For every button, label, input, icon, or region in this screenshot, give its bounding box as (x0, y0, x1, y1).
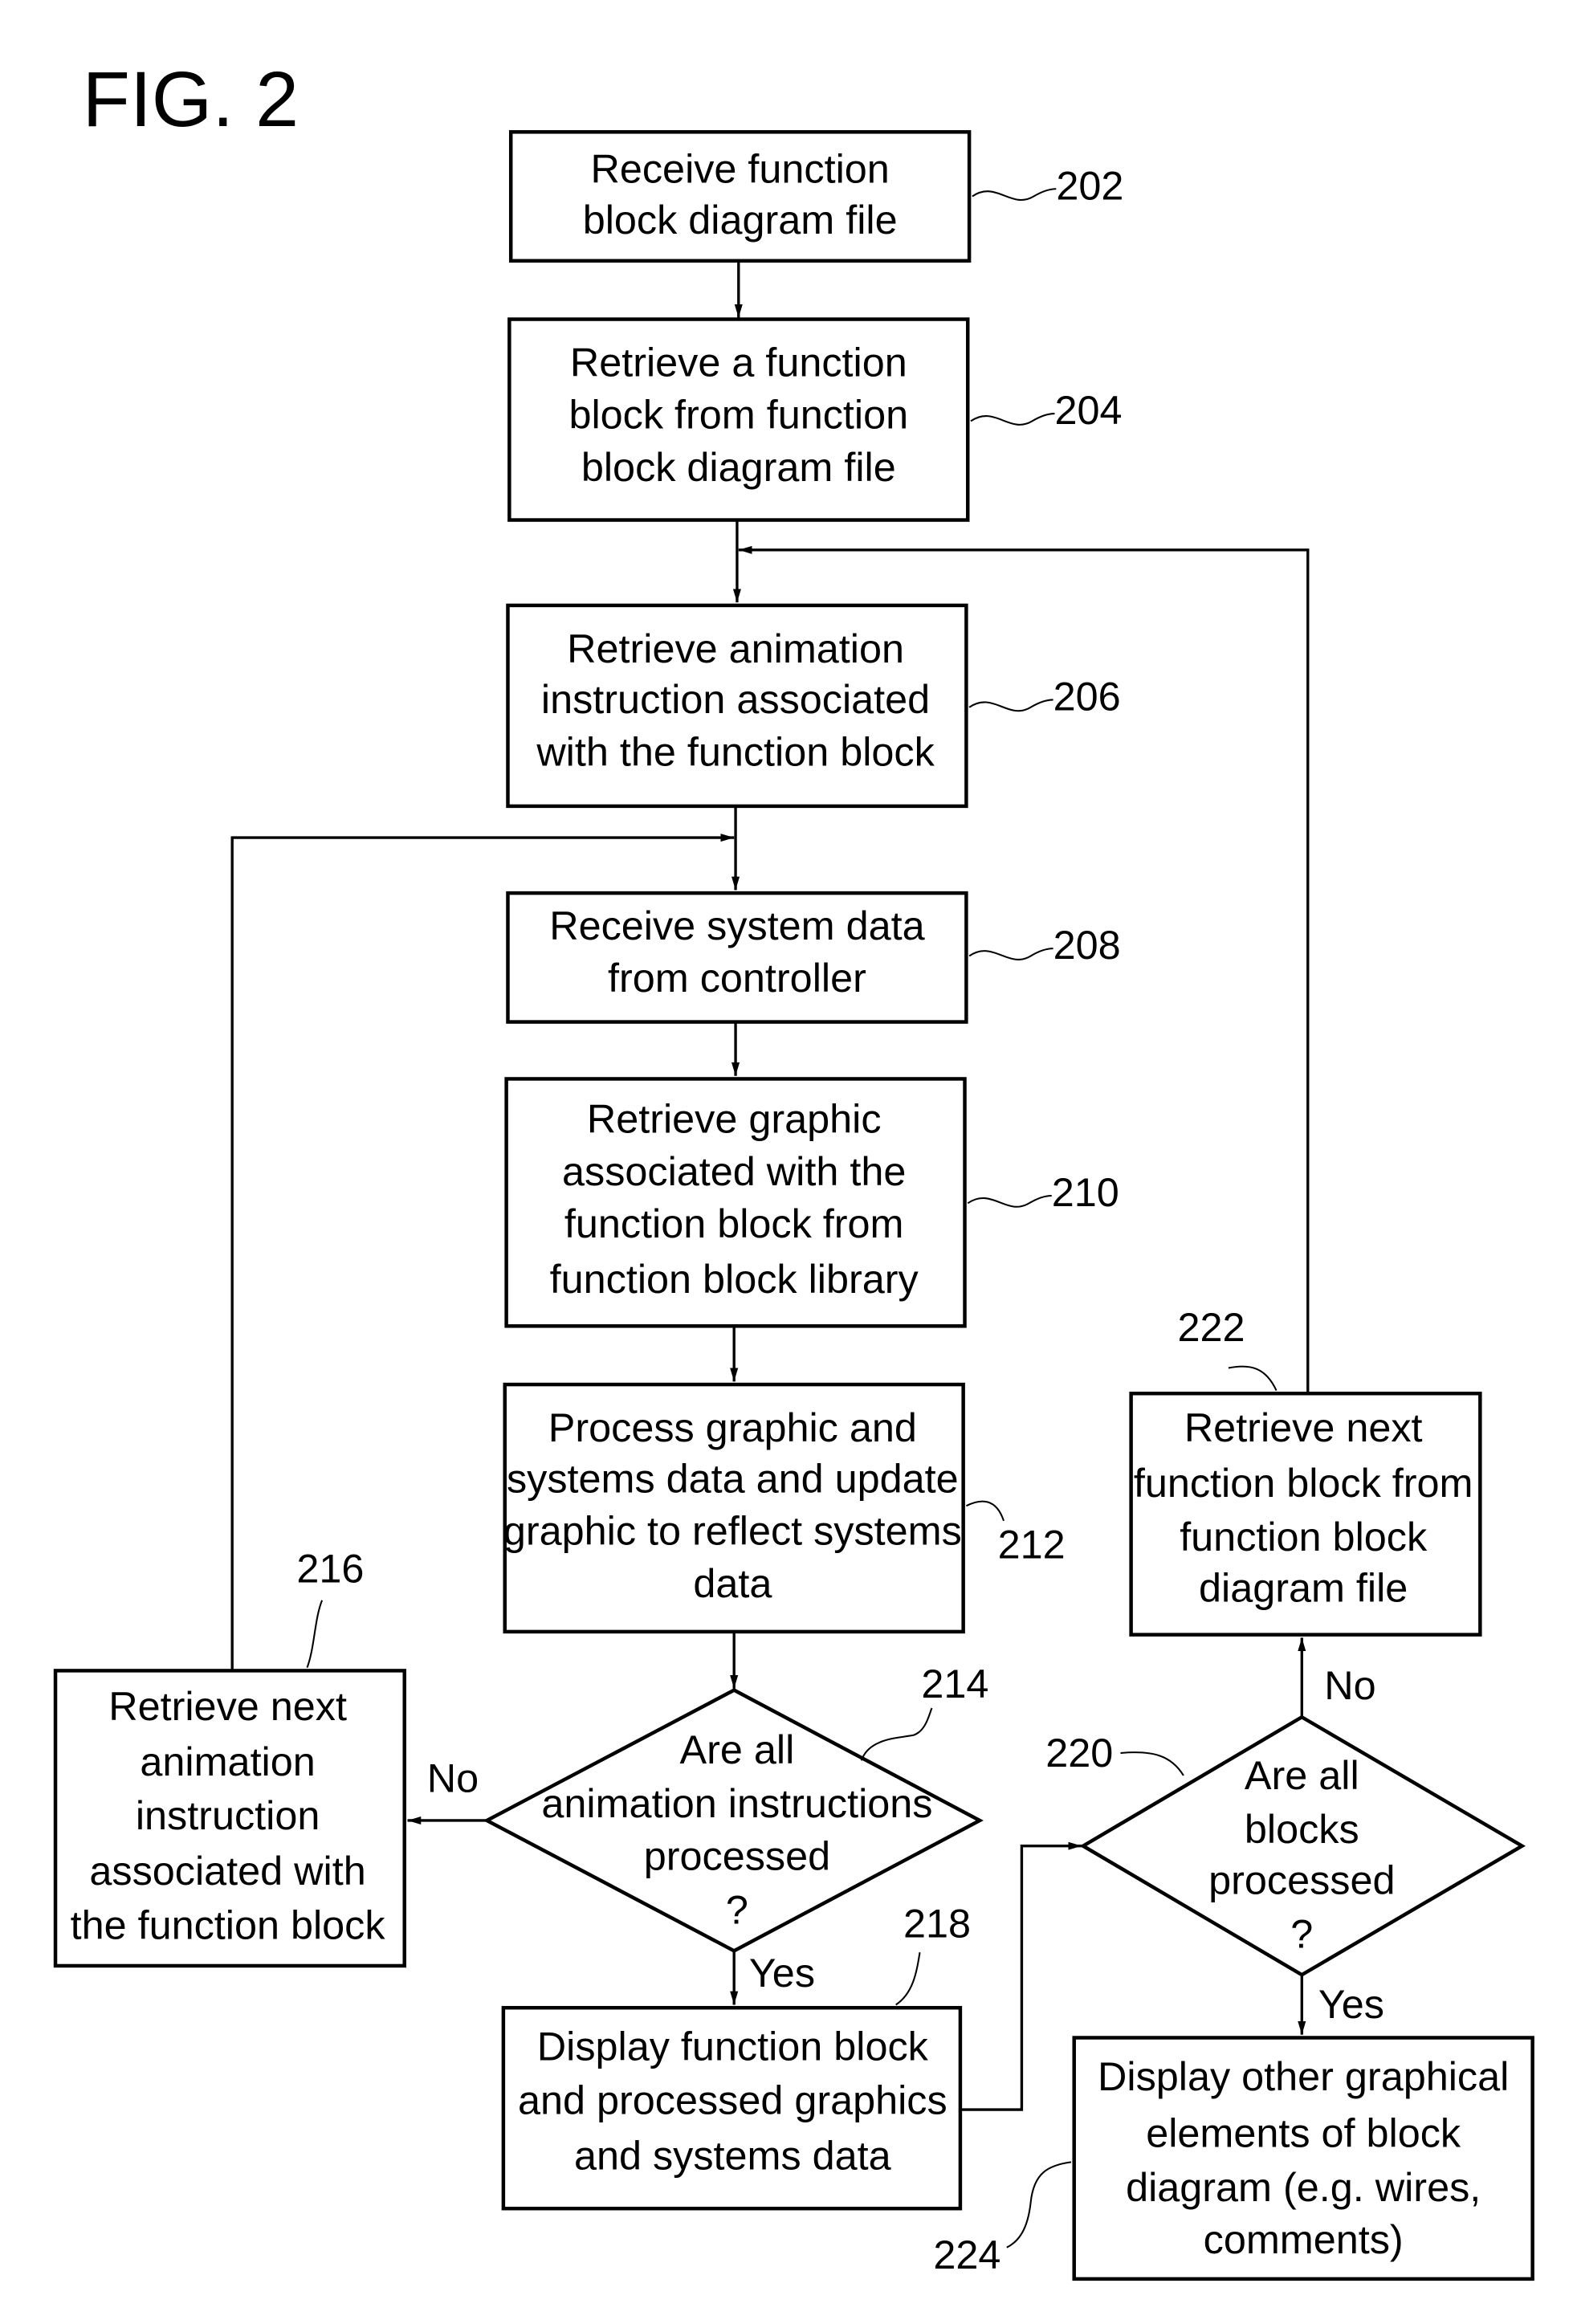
step-206-line-3: with the function block (536, 729, 935, 775)
label-220-yes: Yes (1318, 1981, 1384, 2027)
leader-214 (860, 1707, 933, 1761)
label-214-no: No (427, 1755, 479, 1801)
step-224-line-2: elements of block (1146, 2110, 1461, 2156)
step-212-process-graphic: Process graphic and systems data and upd… (503, 1382, 965, 1634)
decision-214-line-1: Are all (680, 1727, 795, 1772)
decision-214-line-3: processed (644, 1833, 830, 1879)
step-224-line-3: diagram (e.g. wires, (1126, 2164, 1481, 2210)
step-204-line-3: block diagram file (581, 444, 896, 490)
leader-218 (895, 1951, 921, 2006)
decision-220-line-4: ? (1290, 1911, 1313, 1957)
step-204-retrieve-block: Retrieve a function block from function … (507, 317, 970, 522)
figure-title: FIG. 2 (83, 55, 300, 143)
flowchart: FIG. 2 Receive function block diagram fi… (53, 55, 1534, 2281)
step-216-line-4: associated with (89, 1848, 365, 1894)
step-216-line-3: instruction (136, 1792, 320, 1838)
leader-212 (965, 1500, 1005, 1522)
step-222-line-4: diagram file (1199, 1565, 1408, 1611)
leader-222 (1228, 1365, 1278, 1391)
step-212-line-2: systems data and update (507, 1455, 959, 1501)
step-218-line-2: and processed graphics (518, 2077, 947, 2123)
step-210-line-2: associated with the (562, 1148, 906, 1194)
step-206-line-1: Retrieve animation (567, 626, 904, 671)
step-208-receive-system-data: Receive system data from controller (506, 891, 968, 1024)
step-208-line-1: Receive system data (549, 903, 924, 948)
step-216-line-2: animation (140, 1739, 315, 1784)
step-224-line-4: comments) (1204, 2216, 1404, 2262)
ref-216: 216 (296, 1545, 364, 1591)
decision-220-all-blocks-processed: Are all blocks processed ? (1079, 1714, 1526, 1977)
step-222-line-1: Retrieve next (1184, 1405, 1423, 1450)
ref-214: 214 (921, 1661, 988, 1706)
step-202-receive-file: Receive function block diagram file (508, 130, 972, 263)
step-206-retrieve-animation: Retrieve animation instruction associate… (506, 603, 968, 809)
step-224-line-1: Display other graphical (1098, 2053, 1509, 2099)
step-208-line-2: from controller (608, 955, 866, 1001)
step-222-line-2: function block from (1134, 1460, 1473, 1506)
step-212-line-4: data (693, 1560, 772, 1606)
leader-210 (967, 1194, 1052, 1208)
ref-202: 202 (1056, 162, 1123, 208)
step-218-display-function-block: Display function block and processed gra… (501, 2005, 963, 2211)
arrow-218-220 (961, 1841, 1082, 2111)
ref-220: 220 (1045, 1730, 1113, 1776)
ref-224: 224 (933, 2232, 1000, 2277)
step-202-line-2: block diagram file (583, 197, 898, 243)
ref-222: 222 (1177, 1304, 1245, 1350)
step-216-retrieve-next-animation: Retrieve next animation instruction asso… (53, 1669, 406, 1968)
step-222-retrieve-next-block: Retrieve next function block from functi… (1129, 1392, 1482, 1637)
step-206-line-2: instruction associated (541, 676, 930, 722)
decision-214-line-2: animation instructions (541, 1780, 932, 1826)
leader-224 (1006, 2161, 1072, 2249)
step-212-line-1: Process graphic and (548, 1405, 917, 1450)
step-204-line-2: block from function (568, 392, 908, 438)
ref-204: 204 (1054, 387, 1122, 433)
leader-220 (1120, 1751, 1184, 1776)
step-210-line-4: function block library (550, 1256, 919, 1302)
decision-220-line-2: blocks (1245, 1806, 1359, 1852)
leader-204 (970, 413, 1055, 426)
step-216-line-5: the function block (71, 1902, 386, 1947)
step-218-line-1: Display function block (537, 2023, 929, 2069)
decision-220-line-3: processed (1208, 1857, 1395, 1902)
step-210-retrieve-graphic: Retrieve graphic associated with the fun… (504, 1077, 967, 1328)
label-220-no: No (1324, 1662, 1375, 1708)
step-202-line-1: Receive function (591, 146, 890, 192)
decision-220-line-1: Are all (1245, 1752, 1359, 1798)
ref-210: 210 (1052, 1169, 1119, 1215)
step-224-display-other-elements: Display other graphical elements of bloc… (1072, 2036, 1534, 2281)
step-210-line-3: function block from (564, 1201, 904, 1246)
ref-212: 212 (998, 1521, 1066, 1567)
label-214-yes: Yes (749, 1950, 815, 1996)
step-222-line-3: function block (1180, 1514, 1428, 1560)
step-210-line-1: Retrieve graphic (587, 1096, 882, 1142)
step-216-line-1: Retrieve next (108, 1683, 347, 1729)
ref-208: 208 (1053, 922, 1121, 968)
ref-206: 206 (1053, 673, 1121, 719)
leader-206 (968, 699, 1053, 712)
decision-214-line-4: ? (726, 1887, 748, 1933)
leader-208 (968, 948, 1053, 960)
step-212-line-3: graphic to reflect systems (503, 1508, 962, 1554)
step-218-line-3: and systems data (574, 2133, 891, 2179)
leader-216 (306, 1600, 324, 1669)
step-204-line-1: Retrieve a function (570, 339, 907, 385)
leader-202 (972, 188, 1057, 202)
ref-218: 218 (903, 1901, 971, 1947)
